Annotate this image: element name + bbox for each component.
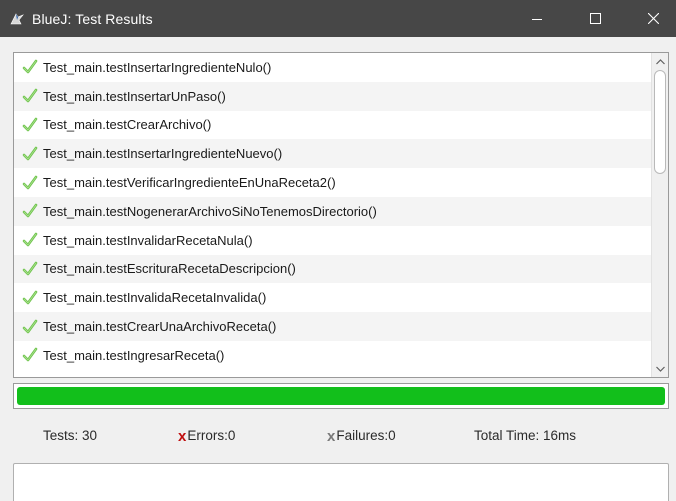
- test-row[interactable]: Test_main.testEscrituraRecetaDescripcion…: [14, 254, 652, 284]
- test-name: Test_main.testVerificarIngredienteEnUnaR…: [43, 175, 336, 191]
- window-title: BlueJ: Test Results: [32, 10, 153, 27]
- check-icon: [22, 290, 38, 305]
- check-icon: [22, 146, 38, 161]
- test-row[interactable]: Test_main.testInsertarIngredienteNuevo(): [14, 139, 652, 169]
- test-row[interactable]: Test_main.testCrearArchivo(): [14, 111, 652, 140]
- test-progress-bar: [13, 383, 669, 409]
- test-row[interactable]: Test_main.testInvalidarRecetaNula(): [14, 226, 652, 255]
- test-name: Test_main.testCrearUnaArchivoReceta(): [43, 319, 277, 335]
- check-icon: [22, 60, 38, 74]
- maximize-button[interactable]: [572, 0, 618, 37]
- close-icon: [647, 13, 659, 24]
- check-icon: [22, 204, 38, 218]
- scroll-down-button[interactable]: [652, 360, 668, 377]
- failures-count: xFailures:0: [327, 428, 396, 445]
- check-icon: [22, 88, 38, 103]
- test-row[interactable]: Test_main.testNogenerarArchivoSiNoTenemo…: [14, 196, 652, 226]
- errors-label: Errors:0: [187, 428, 236, 443]
- check-icon: [22, 319, 38, 333]
- test-row[interactable]: Test_main.testVerificarIngredienteEnUnaR…: [14, 168, 652, 197]
- chevron-down-icon: [655, 366, 665, 372]
- errors-count: xErrors:0: [178, 428, 235, 445]
- tests-count: Tests: 30: [43, 428, 98, 443]
- test-row[interactable]: Test_main.testInsertarUnPaso(): [14, 81, 652, 111]
- test-list: Test_main.testInsertarIngredienteNulo() T…: [14, 53, 652, 370]
- test-name: Test_main.testEscrituraRecetaDescripcion…: [43, 261, 296, 277]
- error-x-icon: x: [178, 428, 187, 445]
- check-icon: [22, 232, 38, 247]
- test-name: Test_main.testNogenerarArchivoSiNoTenemo…: [43, 203, 377, 219]
- test-row[interactable]: Test_main.testIngresarReceta(): [14, 341, 652, 370]
- test-name: Test_main.testInvalidaRecetaInvalida(): [43, 290, 267, 306]
- chevron-up-icon: [655, 58, 665, 64]
- test-name: Test_main.testInvalidarRecetaNula(): [43, 232, 253, 248]
- scrollbar-thumb[interactable]: [654, 70, 666, 174]
- test-detail-panel[interactable]: [13, 463, 669, 501]
- check-icon: [22, 261, 38, 276]
- test-name: Test_main.testInsertarIngredienteNuevo(): [43, 146, 283, 162]
- maximize-icon: [589, 13, 601, 24]
- total-time: Total Time: 16ms: [474, 428, 577, 443]
- test-name: Test_main.testInsertarIngredienteNulo(): [43, 59, 272, 75]
- failures-label: Failures:0: [336, 428, 396, 443]
- test-name: Test_main.testCrearArchivo(): [43, 117, 212, 133]
- progress-fill: [17, 387, 665, 405]
- test-name: Test_main.testInsertarUnPaso(): [43, 88, 226, 104]
- check-icon: [22, 348, 38, 362]
- vertical-scrollbar[interactable]: [651, 53, 668, 377]
- minimize-icon: [532, 18, 542, 20]
- title-bar: BlueJ: Test Results: [0, 0, 676, 37]
- test-row[interactable]: Test_main.testCrearUnaArchivoReceta(): [14, 312, 652, 341]
- close-button[interactable]: [630, 0, 676, 37]
- check-icon: [22, 175, 38, 189]
- scroll-up-button[interactable]: [652, 53, 668, 70]
- bluej-bird-icon: [10, 12, 24, 24]
- test-row[interactable]: Test_main.testInvalidaRecetaInvalida(): [14, 283, 652, 312]
- check-icon: [22, 117, 38, 132]
- test-name: Test_main.testIngresarReceta(): [43, 347, 225, 363]
- test-row[interactable]: Test_main.testInsertarIngredienteNulo(): [14, 53, 652, 82]
- minimize-button[interactable]: [514, 0, 560, 37]
- test-results-list[interactable]: Test_main.testInsertarIngredienteNulo() T…: [13, 52, 669, 378]
- failure-x-icon: x: [327, 428, 336, 445]
